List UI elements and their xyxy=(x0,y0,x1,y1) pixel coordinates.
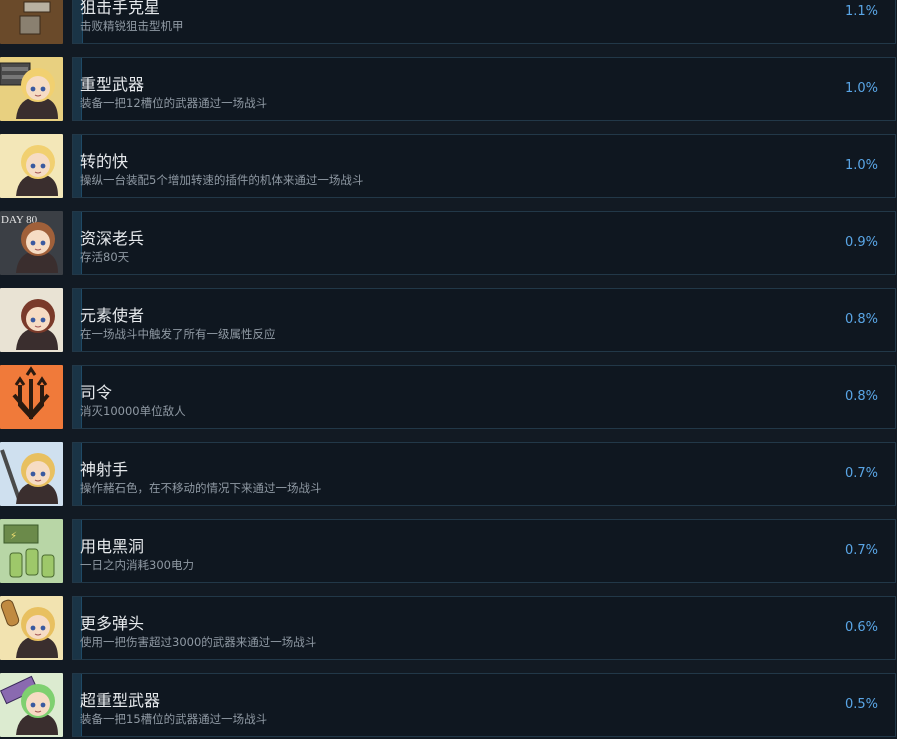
achievement-row[interactable]: 元素使者在一场战斗中触发了所有一级属性反应 0.8% xyxy=(0,288,897,354)
achievement-description: 消灭10000单位敌人 xyxy=(80,404,186,418)
achievement-row[interactable]: 狙击手克星击败精锐狙击型机甲 1.1% xyxy=(0,0,897,46)
unlock-percentage: 1.1% xyxy=(844,4,878,19)
unlock-percentage: 1.0% xyxy=(844,158,878,173)
unlock-percentage: 0.7% xyxy=(844,466,878,481)
achievement-title: 资深老兵 xyxy=(80,229,145,248)
achievement-row[interactable]: 重型武器装备一把12槽位的武器通过一场战斗 1.0% xyxy=(0,57,897,123)
achievement-description: 存活80天 xyxy=(80,250,130,264)
achievement-description: 装备一把15槽位的武器通过一场战斗 xyxy=(80,712,268,726)
achievement-row[interactable]: 神射手操作赭石色，在不移动的情况下来通过一场战斗 0.7% xyxy=(0,442,897,508)
unlock-percentage: 0.7% xyxy=(844,543,878,558)
achievement-row[interactable]: 司令消灭10000单位敌人 0.8% xyxy=(0,365,897,431)
achievement-description: 一日之内消耗300电力 xyxy=(80,558,194,572)
achievement-description: 击败精锐狙击型机甲 xyxy=(80,19,184,33)
sniper-mech-icon xyxy=(0,0,63,44)
svg-text:⚡: ⚡ xyxy=(10,531,17,542)
achievement-card: 用电黑洞一日之内消耗300电力 0.7% xyxy=(72,519,896,583)
achievement-row[interactable]: ⚡ 用电黑洞一日之内消耗300电力 0.7% xyxy=(0,519,897,585)
achievement-title: 超重型武器 xyxy=(80,691,161,710)
unlock-percentage: 0.8% xyxy=(844,312,878,327)
achievement-card: 神射手操作赭石色，在不移动的情况下来通过一场战斗 0.7% xyxy=(72,442,896,506)
achievement-card: 元素使者在一场战斗中触发了所有一级属性反应 0.8% xyxy=(72,288,896,352)
marksman-icon xyxy=(0,442,63,506)
achievement-card: 资深老兵存活80天 0.9% xyxy=(72,211,896,275)
achievement-title: 转的快 xyxy=(80,152,129,171)
achievement-description: 在一场战斗中触发了所有一级属性反应 xyxy=(80,327,276,341)
achievement-row[interactable]: 超重型武器装备一把15槽位的武器通过一场战斗 0.5% xyxy=(0,673,897,739)
achievement-card: 司令消灭10000单位敌人 0.8% xyxy=(72,365,896,429)
achievement-title: 更多弹头 xyxy=(80,614,145,633)
heavy-weapon-icon xyxy=(0,57,63,121)
achievement-title: 司令 xyxy=(80,383,113,402)
achievement-card: 狙击手克星击败精锐狙击型机甲 1.1% xyxy=(72,0,896,44)
achievement-title: 用电黑洞 xyxy=(80,537,145,556)
element-mage-icon xyxy=(0,288,63,352)
super-heavy-weapon-icon xyxy=(0,673,63,737)
achievement-card: 转的快操纵一台装配5个增加转速的插件的机体来通过一场战斗 1.0% xyxy=(72,134,896,198)
achievement-row[interactable]: 更多弹头使用一把伤害超过3000的武器来通过一场战斗 0.6% xyxy=(0,596,897,662)
unlock-percentage: 0.5% xyxy=(844,697,878,712)
achievement-title: 神射手 xyxy=(80,460,129,479)
veteran-girl-icon: DAY 80 xyxy=(0,211,63,275)
unlock-percentage: 0.9% xyxy=(844,235,878,250)
achievement-description: 操纵一台装配5个增加转速的插件的机体来通过一场战斗 xyxy=(80,173,364,187)
achievement-card: 超重型武器装备一把15槽位的武器通过一场战斗 0.5% xyxy=(72,673,896,737)
achievement-description: 装备一把12槽位的武器通过一场战斗 xyxy=(80,96,268,110)
unlock-percentage: 1.0% xyxy=(844,81,878,96)
achievement-card: 更多弹头使用一把伤害超过3000的武器来通过一场战斗 0.6% xyxy=(72,596,896,660)
commander-trident-icon xyxy=(0,365,63,429)
bullet-girl-icon xyxy=(0,596,63,660)
unlock-percentage: 0.8% xyxy=(844,389,878,404)
achievement-title: 重型武器 xyxy=(80,75,145,94)
achievement-description: 使用一把伤害超过3000的武器来通过一场战斗 xyxy=(80,635,317,649)
achievement-title: 元素使者 xyxy=(80,306,145,325)
unlock-percentage: 0.6% xyxy=(844,620,878,635)
achievement-row[interactable]: 转的快操纵一台装配5个增加转速的插件的机体来通过一场战斗 1.0% xyxy=(0,134,897,200)
battery-icon: ⚡ xyxy=(0,519,63,583)
achievement-row[interactable]: DAY 80 资深老兵存活80天 0.9% xyxy=(0,211,897,277)
achievement-title: 狙击手克星 xyxy=(80,0,161,17)
spinning-girl-icon xyxy=(0,134,63,198)
achievement-card: 重型武器装备一把12槽位的武器通过一场战斗 1.0% xyxy=(72,57,896,121)
achievement-description: 操作赭石色，在不移动的情况下来通过一场战斗 xyxy=(80,481,322,495)
